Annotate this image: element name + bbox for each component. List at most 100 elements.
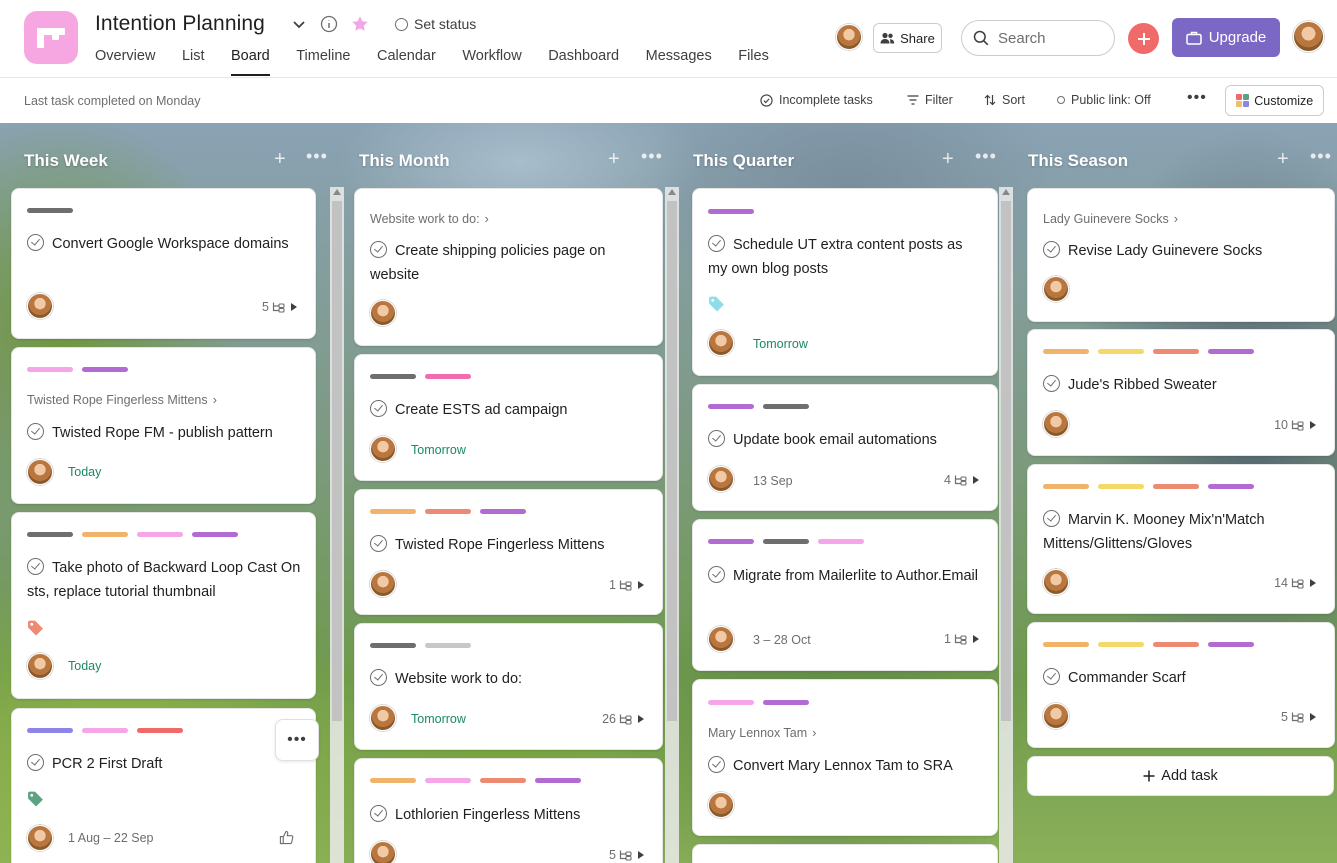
search-input[interactable] — [998, 29, 1098, 47]
add-card-plus-icon[interactable]: + — [1277, 149, 1289, 169]
task-card[interactable]: Lady Guinevere Socks › Revise Lady Guinev… — [1027, 188, 1335, 322]
parent-task-link[interactable]: Mary Lennox Tam › — [708, 725, 816, 740]
parent-task-link[interactable]: Website work to do: › — [370, 211, 489, 226]
member-avatar[interactable] — [836, 24, 862, 50]
column-scrollbar[interactable] — [665, 187, 679, 863]
due-date[interactable]: Today — [68, 659, 101, 673]
task-card[interactable] — [692, 844, 998, 863]
task-card[interactable]: Take photo of Backward Loop Cast On sts,… — [11, 512, 316, 699]
tab-board[interactable]: Board — [231, 48, 270, 76]
complete-check-icon[interactable] — [708, 756, 725, 773]
assignee-avatar[interactable] — [708, 466, 734, 492]
incomplete-tasks-filter[interactable]: Incomplete tasks — [760, 93, 873, 107]
add-card-plus-icon[interactable]: + — [608, 149, 620, 169]
column-title-this-month[interactable]: This Month — [359, 151, 450, 171]
assignee-avatar[interactable] — [370, 705, 396, 731]
task-card[interactable]: Update book email automations 13 Sep 4 — [692, 384, 998, 511]
column-scrollbar[interactable] — [999, 187, 1013, 863]
task-card[interactable]: Convert Google Workspace domains 5 — [11, 188, 316, 339]
subtask-count[interactable]: 26 — [602, 712, 644, 726]
tab-list[interactable]: List — [182, 48, 205, 76]
parent-task-link[interactable]: Lady Guinevere Socks › — [1043, 211, 1178, 226]
column-title-this-week[interactable]: This Week — [24, 151, 108, 171]
set-status-button[interactable]: Set status — [395, 16, 476, 32]
subtask-count[interactable]: 4 — [944, 473, 979, 487]
task-card[interactable]: Create ESTS ad campaign Tomorrow — [354, 354, 663, 481]
complete-check-icon[interactable] — [27, 558, 44, 575]
filter-button[interactable]: Filter — [907, 93, 953, 107]
complete-check-icon[interactable] — [370, 535, 387, 552]
complete-check-icon[interactable] — [1043, 668, 1060, 685]
complete-check-icon[interactable] — [370, 241, 387, 258]
subtask-count[interactable]: 5 — [262, 300, 297, 314]
subtask-count[interactable]: 5 — [1281, 710, 1316, 724]
public-link-button[interactable]: Public link: Off — [1057, 93, 1151, 107]
subtask-count[interactable]: 5 — [609, 848, 644, 862]
tab-workflow[interactable]: Workflow — [462, 48, 521, 76]
assignee-avatar[interactable] — [370, 571, 396, 597]
add-card-plus-icon[interactable]: + — [942, 149, 954, 169]
complete-check-icon[interactable] — [27, 754, 44, 771]
assignee-avatar[interactable] — [370, 300, 396, 326]
subtask-count[interactable]: 10 — [1274, 418, 1316, 432]
task-card[interactable]: Website work to do: Tomorrow 26 — [354, 623, 663, 750]
subtask-count[interactable]: 1 — [609, 578, 644, 592]
star-icon[interactable] — [351, 15, 369, 33]
project-icon[interactable] — [24, 11, 78, 64]
task-card[interactable]: Commander Scarf 5 — [1027, 622, 1335, 748]
subtask-count[interactable]: 1 — [944, 632, 979, 646]
complete-check-icon[interactable] — [1043, 510, 1060, 527]
assignee-avatar[interactable] — [1043, 276, 1069, 302]
task-card[interactable]: Schedule UT extra content posts as my ow… — [692, 188, 998, 376]
assignee-avatar[interactable] — [1043, 703, 1069, 729]
assignee-avatar[interactable] — [27, 653, 53, 679]
user-avatar[interactable] — [1293, 21, 1324, 52]
task-card[interactable]: Jude's Ribbed Sweater 10 — [1027, 329, 1335, 456]
tab-dashboard[interactable]: Dashboard — [548, 48, 619, 76]
complete-check-icon[interactable] — [370, 805, 387, 822]
create-button[interactable] — [1128, 23, 1159, 54]
tab-files[interactable]: Files — [738, 48, 769, 76]
assignee-avatar[interactable] — [1043, 569, 1069, 595]
complete-check-icon[interactable] — [27, 423, 44, 440]
task-card[interactable]: Twisted Rope Fingerless Mittens 1 — [354, 489, 663, 615]
due-date[interactable]: Tomorrow — [753, 337, 808, 351]
tab-timeline[interactable]: Timeline — [296, 48, 350, 76]
parent-task-link[interactable]: Twisted Rope Fingerless Mittens › — [27, 392, 217, 407]
task-card[interactable]: Migrate from Mailerlite to Author.Email … — [692, 519, 998, 671]
task-card[interactable]: Lothlorien Fingerless Mittens 5 — [354, 758, 663, 863]
assignee-avatar[interactable] — [708, 626, 734, 652]
like-icon[interactable] — [279, 830, 294, 845]
tab-messages[interactable]: Messages — [646, 48, 712, 76]
column-more-icon[interactable]: ••• — [1310, 147, 1332, 165]
assignee-avatar[interactable] — [1043, 411, 1069, 437]
due-date[interactable]: Tomorrow — [411, 712, 466, 726]
subtask-count[interactable]: 14 — [1274, 576, 1316, 590]
complete-check-icon[interactable] — [1043, 241, 1060, 258]
assignee-avatar[interactable] — [27, 825, 53, 851]
due-date[interactable]: Tomorrow — [411, 443, 466, 457]
add-card-plus-icon[interactable]: + — [274, 149, 286, 169]
search-box[interactable] — [961, 20, 1115, 56]
complete-check-icon[interactable] — [708, 566, 725, 583]
task-card[interactable]: Twisted Rope Fingerless Mittens › Twisted… — [11, 347, 316, 504]
info-icon[interactable] — [320, 15, 338, 33]
assignee-avatar[interactable] — [370, 841, 396, 863]
complete-check-icon[interactable] — [708, 430, 725, 447]
column-more-icon[interactable]: ••• — [306, 147, 328, 165]
assignee-avatar[interactable] — [27, 293, 53, 319]
due-date[interactable]: Today — [68, 465, 101, 479]
column-scrollbar[interactable] — [330, 187, 344, 863]
sort-button[interactable]: Sort — [984, 93, 1025, 107]
assignee-avatar[interactable] — [370, 436, 396, 462]
task-card[interactable]: Mary Lennox Tam › Convert Mary Lennox Tam… — [692, 679, 998, 836]
complete-check-icon[interactable] — [708, 235, 725, 252]
complete-check-icon[interactable] — [370, 400, 387, 417]
add-task-button[interactable]: Add task — [1027, 756, 1334, 796]
tab-overview[interactable]: Overview — [95, 48, 155, 76]
customize-button[interactable]: Customize — [1225, 85, 1324, 116]
complete-check-icon[interactable] — [27, 234, 44, 251]
task-card[interactable]: Marvin K. Mooney Mix'n'Match Mittens/Gli… — [1027, 464, 1335, 614]
column-more-icon[interactable]: ••• — [641, 147, 663, 165]
chevron-down-icon[interactable] — [290, 15, 308, 33]
